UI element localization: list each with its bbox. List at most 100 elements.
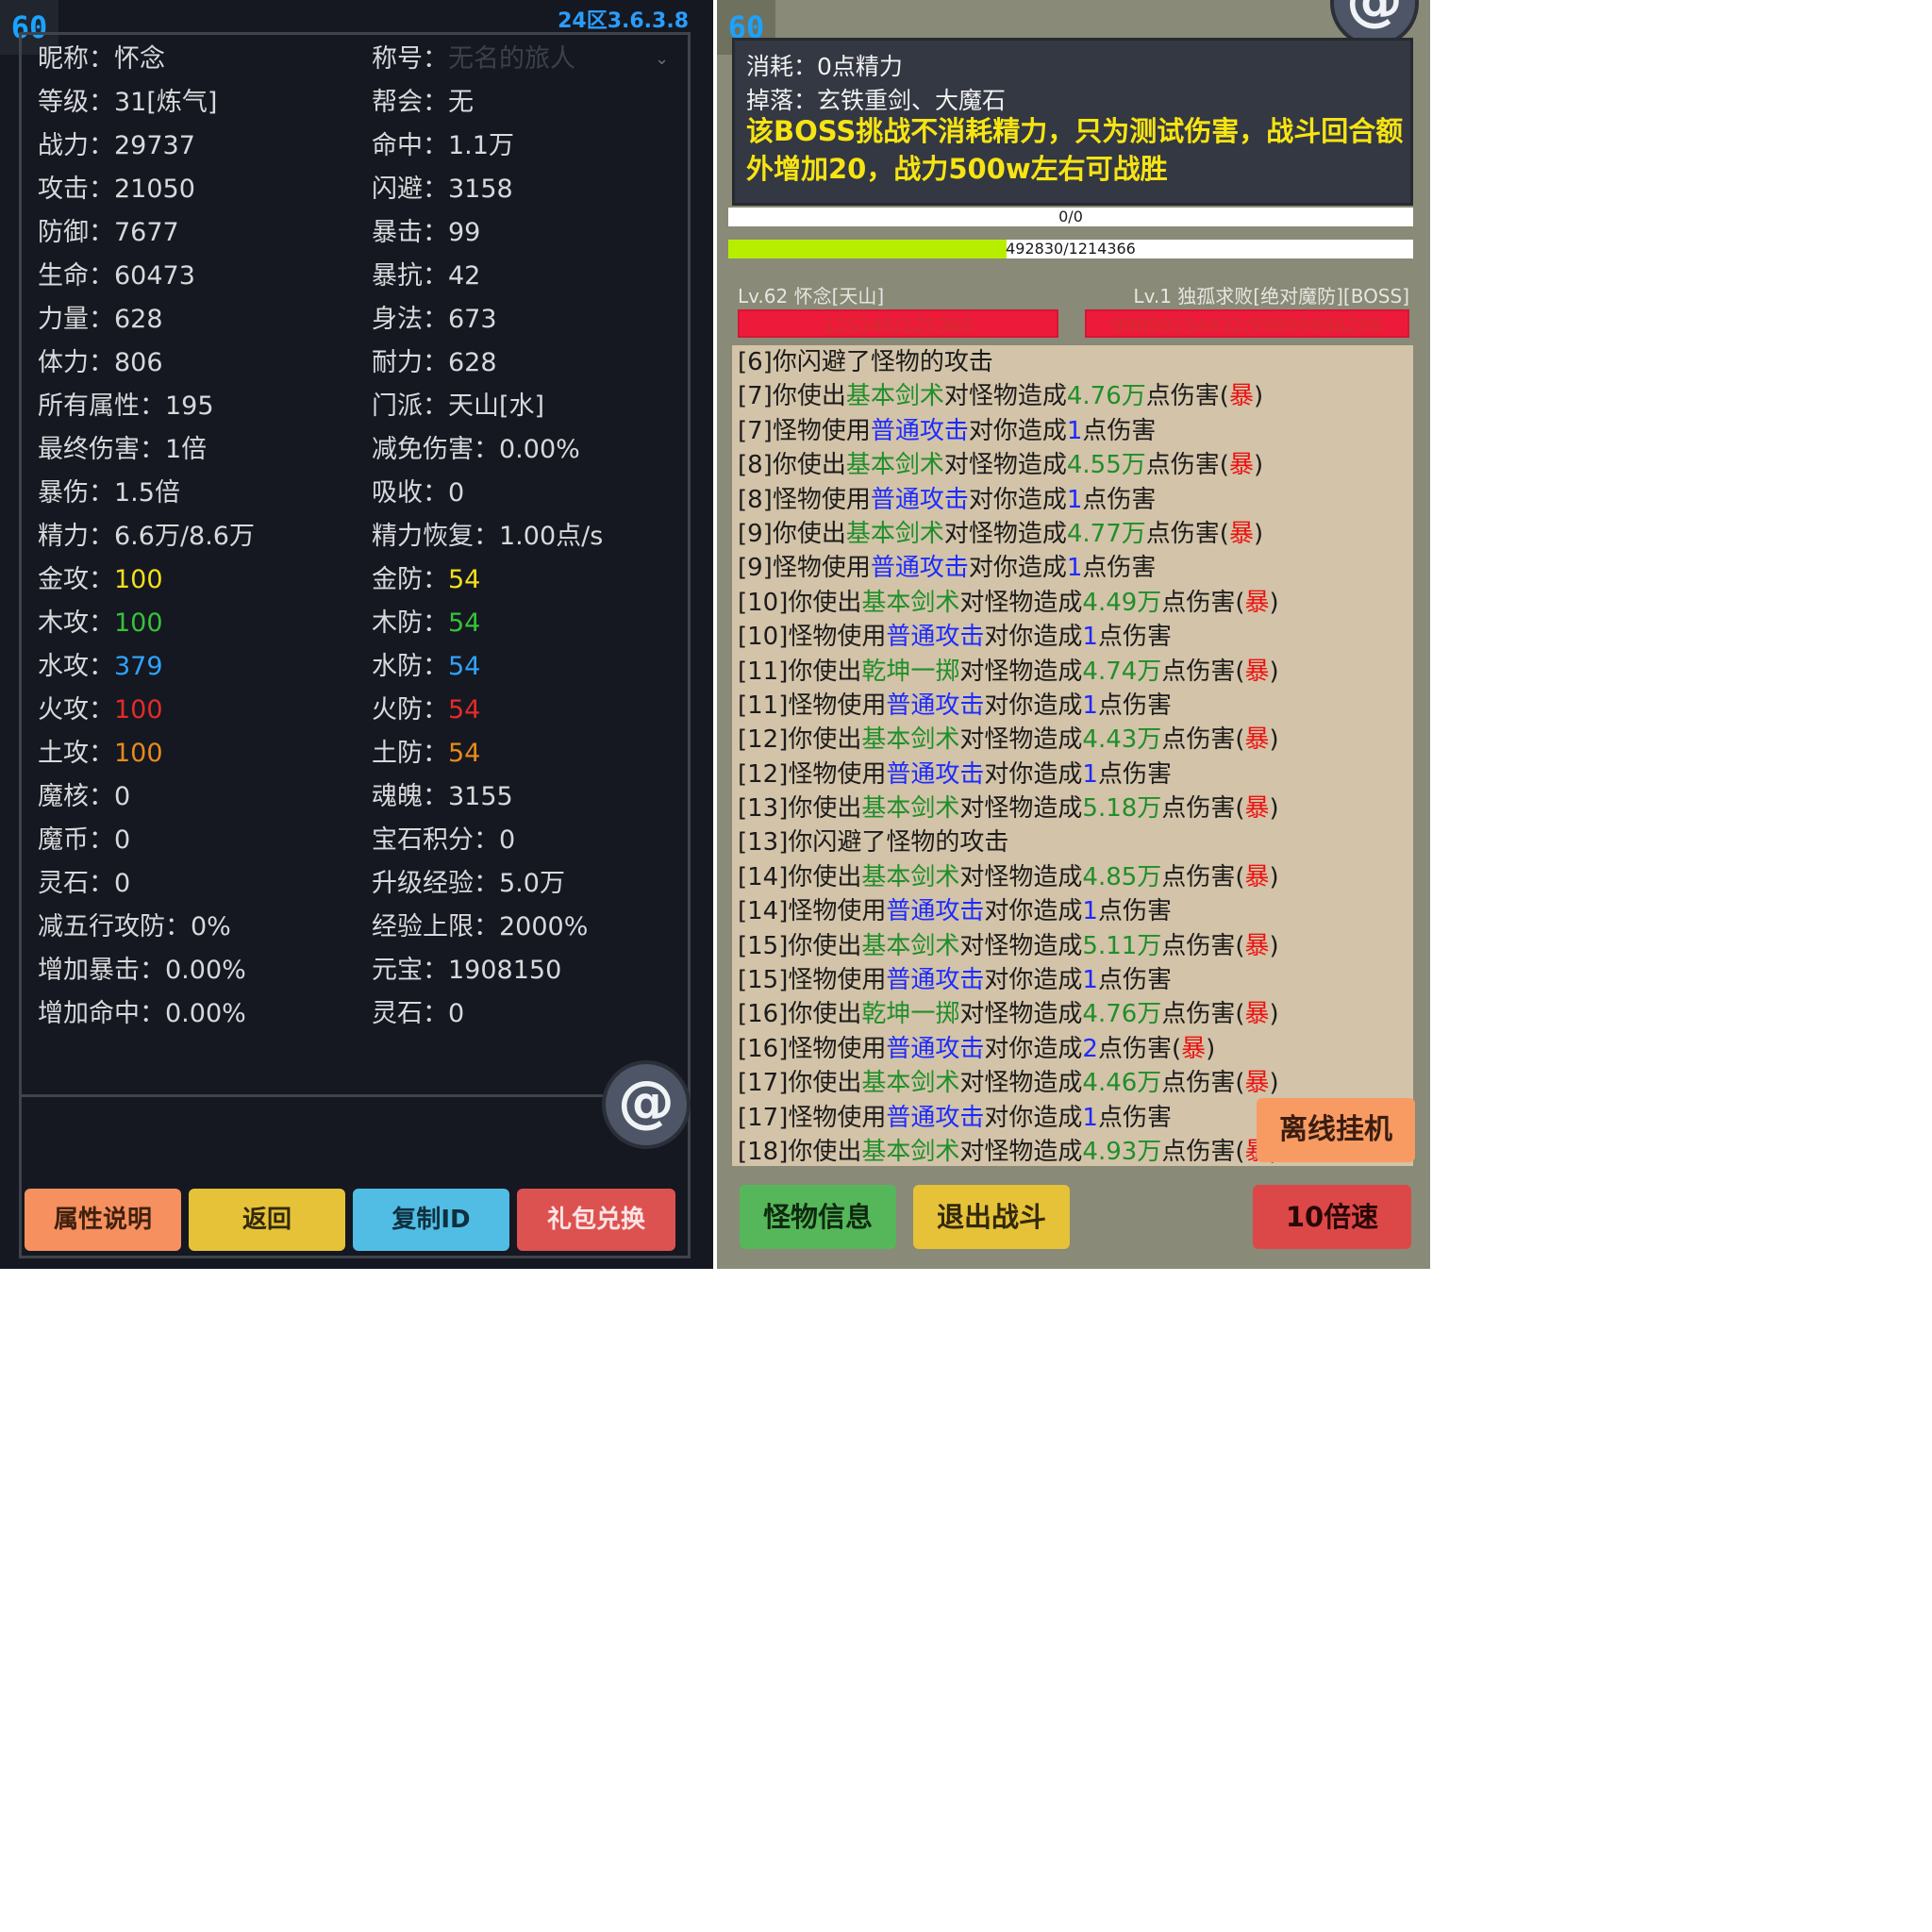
gift-redeem-button[interactable]: 礼包兑换 [517,1189,675,1251]
copy-id-button[interactable]: 复制ID [353,1189,509,1251]
log-segment: 基本剑术 [845,451,944,480]
log-segment: 1 [1082,1103,1098,1132]
log-segment: [13]你闪避了怪物的攻击 [738,828,1009,858]
log-line: [12]你使出基本剑术对怪物造成4.43万点伤害(暴) [732,723,1413,757]
quit-battle-button[interactable]: 退出战斗 [913,1185,1070,1249]
stat-cell: 元宝：1908150 [372,949,561,992]
offline-idle-button[interactable]: 离线挂机 [1257,1098,1415,1162]
log-segment: 对怪物造成 [959,794,1083,824]
battle-log[interactable]: [6]你闪避了怪物的攻击 [7]你使出基本剑术对怪物造成4.76万点伤害(暴) [7… [732,345,1413,1166]
stat-value: 29737 [114,131,195,160]
stat-cell: 昵称：怀念 [38,38,165,81]
stat-key: 减免伤害： [372,435,499,464]
log-segment: [15]你使出 [738,931,862,960]
log-line: [15]怪物使用普通攻击对你造成1点伤害 [732,963,1413,997]
stat-value: 99 [448,218,481,247]
stat-value: 6.6万/8.6万 [114,522,255,551]
stat-cell: 体力：806 [38,341,163,385]
stat-row: 生命：60473 暴抗：42 [38,255,679,298]
stat-value: 0.00% [165,956,246,985]
log-segment: ) [1253,519,1264,548]
log-segment: ) [1253,382,1264,411]
stat-value: 0.00% [165,999,246,1028]
stat-row: 增加暴击：0.00% 元宝：1908150 [38,949,679,992]
stat-cell: 力量：628 [38,298,163,341]
log-segment: ) [1269,1000,1279,1029]
stat-cell: 等级：31[炼气] [38,81,217,125]
player-label: Lv.62 怀念[天山] [738,285,885,308]
stat-key: 火防： [372,695,448,724]
log-segment: [14]怪物使用 [738,897,887,926]
stat-value: 2000% [499,912,589,941]
log-segment: 点伤害( [1161,657,1245,686]
stat-cell: 灵石：0 [372,992,464,1036]
log-segment: [10]你使出 [738,588,862,617]
log-line: [16]你使出乾坤一掷对怪物造成4.76万点伤害(暴) [732,997,1413,1031]
log-segment: [12]怪物使用 [738,759,887,789]
log-segment: [17]怪物使用 [738,1103,887,1132]
stat-key: 土防： [372,739,448,768]
log-segment: 对怪物造成 [943,451,1067,480]
log-segment: 点伤害 [1097,1103,1172,1132]
boss-label: Lv.1 独孤求败[绝对魔防][BOSS] [1133,285,1409,308]
stat-value: 1.5倍 [114,478,180,508]
log-line: [13]你闪避了怪物的攻击 [732,825,1413,859]
stat-key: 宝石积分： [372,825,499,855]
stat-value: 54 [448,739,481,768]
stat-cell: 金防：54 [372,558,480,602]
speed-10x-button[interactable]: 10倍速 [1253,1185,1411,1249]
chat-at-icon[interactable]: @ [602,1060,691,1149]
log-line: [11]怪物使用普通攻击对你造成1点伤害 [732,689,1413,723]
stat-value: 0 [499,825,516,855]
stat-value: 0 [114,782,131,811]
log-segment: 基本剑术 [845,519,944,548]
stat-cell: 精力恢复：1.00点/s [372,515,603,558]
log-segment: 1 [1082,759,1098,789]
back-button[interactable]: 返回 [189,1189,345,1251]
log-line: [10]怪物使用普通攻击对你造成1点伤害 [732,620,1413,654]
log-segment: [18]你使出 [738,1137,862,1166]
log-segment: 基本剑术 [861,931,960,960]
stat-key: 精力： [38,522,114,551]
stat-row: 体力：806 耐力：628 [38,341,679,385]
stat-cell: 水防：54 [372,645,480,689]
log-segment: 1 [1066,554,1083,583]
stat-cell: 耐力：628 [372,341,497,385]
stat-key: 帮会： [372,88,448,117]
stat-value: 60473 [114,261,195,291]
stat-value: 628 [448,348,497,377]
stat-key: 力量： [38,305,114,334]
log-segment: [11]怪物使用 [738,691,887,720]
stat-row: 魔核：0 魂魄：3155 [38,775,679,819]
log-segment: ) [1269,794,1279,824]
log-segment: 点伤害( [1161,862,1245,891]
log-segment: [10]怪物使用 [738,623,887,652]
log-segment: 点伤害 [1082,416,1157,445]
log-segment: 点伤害 [1082,485,1157,514]
drop-list: 掉落：玄铁重剑、大魔石 [746,87,1007,114]
log-segment: 对你造成 [984,691,1083,720]
log-segment: 1 [1082,691,1098,720]
title-select[interactable]: 无名的旅人 [448,44,575,74]
log-segment: [8]怪物使用 [738,485,871,514]
log-segment: 普通攻击 [886,966,985,995]
log-segment: 点伤害 [1082,554,1157,583]
log-segment: 4.93万 [1082,1137,1162,1166]
stat-value: 3155 [448,782,513,811]
stat-row: 金攻：100 金防：54 [38,558,679,602]
log-segment: 基本剑术 [861,1137,960,1166]
log-segment: 对你造成 [984,759,1083,789]
chevron-down-icon[interactable]: ⌄ [655,38,669,81]
log-segment: 4.77万 [1066,519,1146,548]
log-segment: [9]怪物使用 [738,554,871,583]
stat-value: 54 [448,695,481,724]
attribute-help-button[interactable]: 属性说明 [25,1189,181,1251]
log-line: [10]你使出基本剑术对怪物造成4.49万点伤害(暴) [732,586,1413,620]
stat-key: 称号： [372,44,448,74]
stat-value: 0 [114,825,131,855]
stat-value: 1908150 [448,956,562,985]
stat-row: 防御：7677 暴击：99 [38,211,679,255]
stat-value: 0% [191,912,231,941]
monster-info-button[interactable]: 怪物信息 [740,1185,896,1249]
stat-key: 水防： [372,652,448,681]
